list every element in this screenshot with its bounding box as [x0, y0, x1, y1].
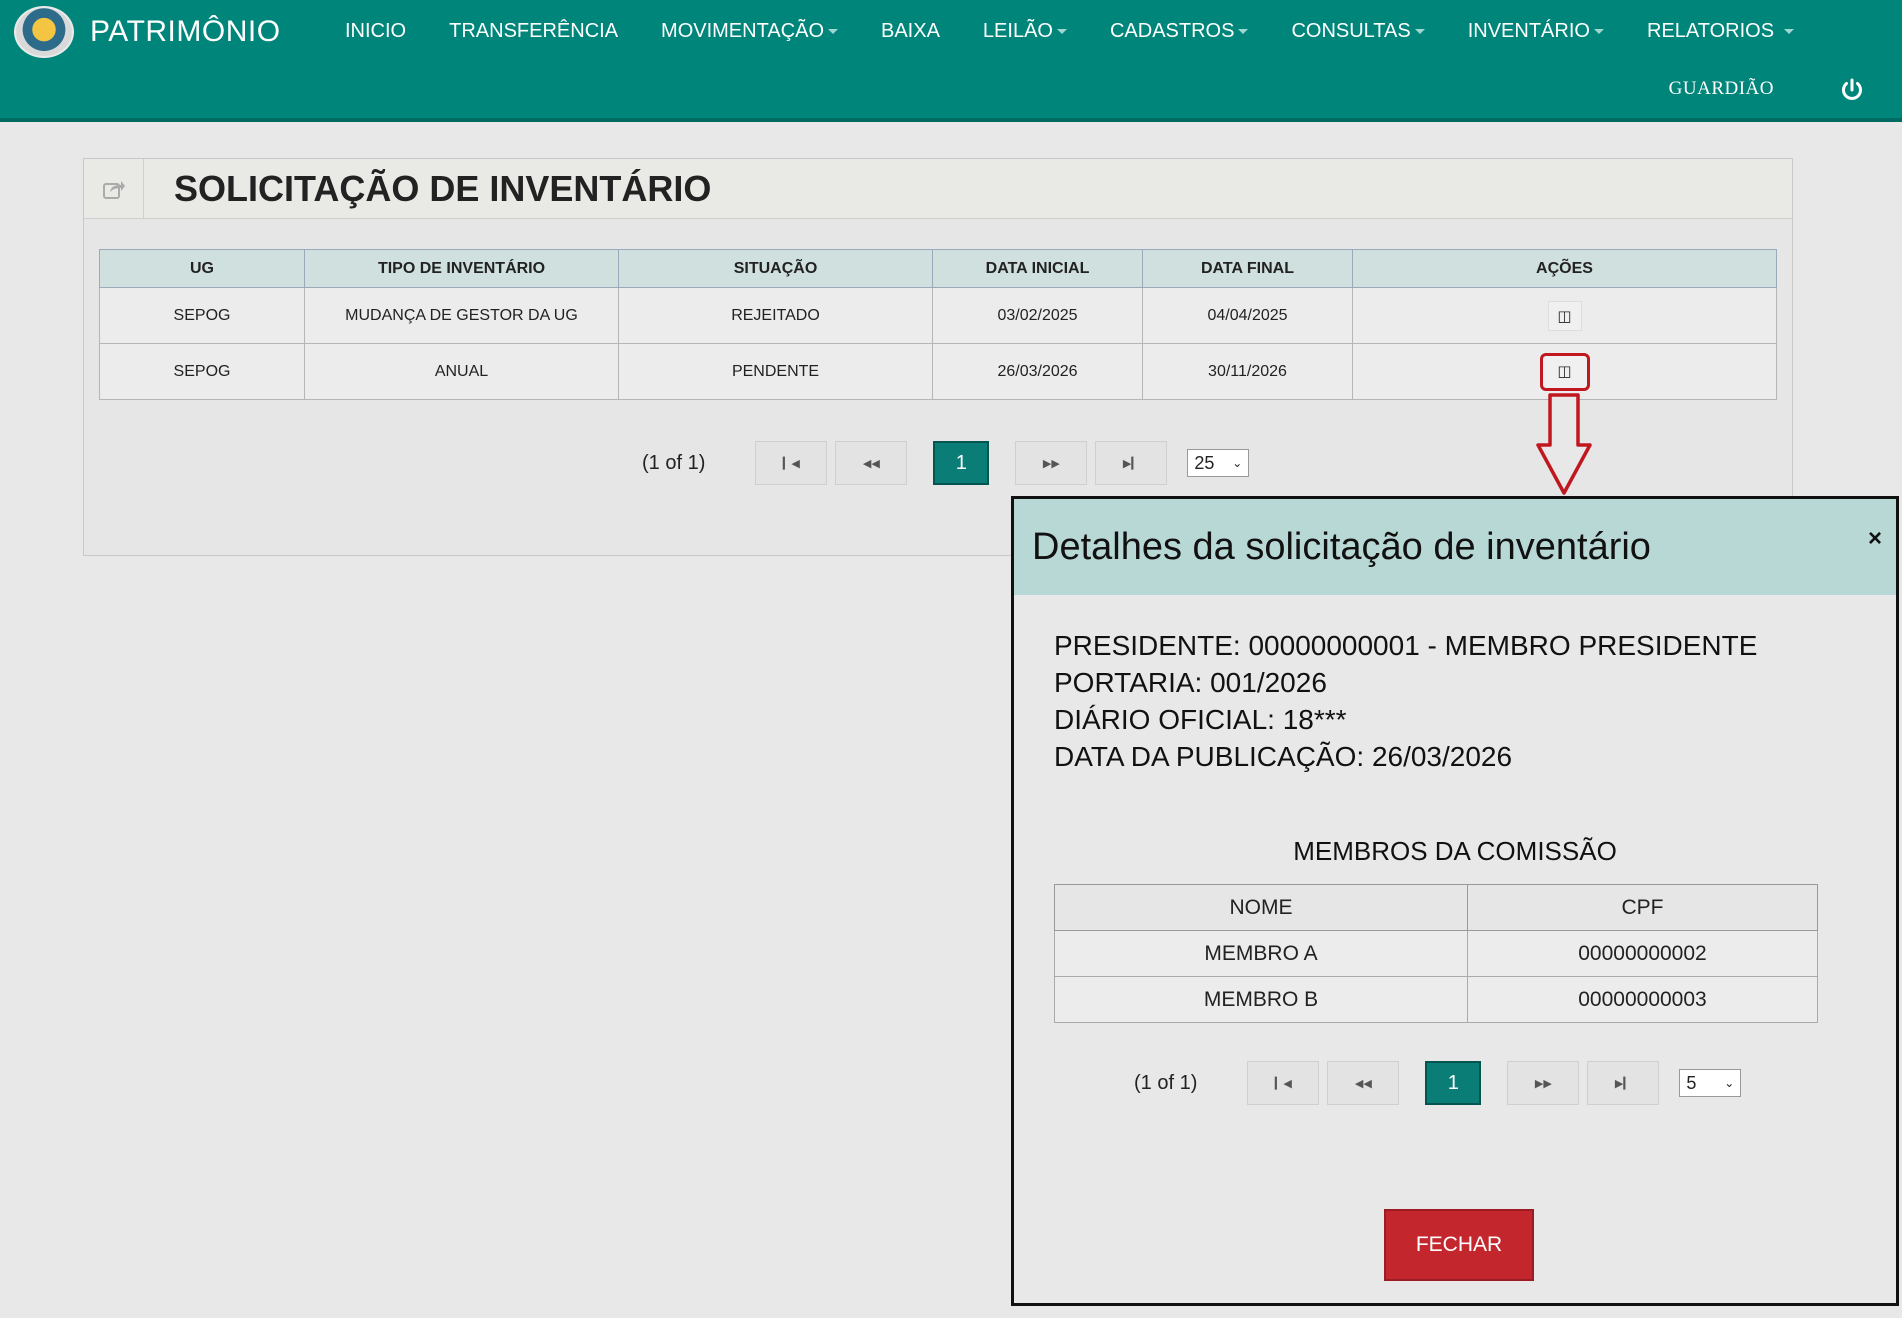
info-portaria: PORTARIA: 001/2026: [1054, 667, 1327, 698]
top-navbar: PATRIMÔNIO INICIO TRANSFERÊNCIA MOVIMENT…: [0, 0, 1902, 122]
details-icon[interactable]: ◫: [1547, 300, 1582, 331]
next-page-button[interactable]: ▶▶: [1507, 1061, 1580, 1105]
col-nome: NOME: [1054, 884, 1468, 931]
info-presidente: PRESIDENTE: 00000000001 - MEMBRO PRESIDE…: [1054, 630, 1758, 661]
user-name[interactable]: GUARDIÃO: [1669, 78, 1774, 100]
app-name: PATRIMÔNIO: [90, 15, 281, 48]
prev-page-button[interactable]: ◀◀: [835, 441, 908, 485]
last-page-button[interactable]: ▶▎: [1095, 441, 1168, 485]
first-page-button[interactable]: ▎◀: [755, 441, 828, 485]
commission-members-table: NOME CPF MEMBRO A 00000000002 MEMBRO B 0…: [1054, 884, 1818, 1023]
details-icon[interactable]: ◫: [1539, 352, 1590, 391]
cell-data-final: 04/04/2025: [1142, 287, 1353, 344]
menu-baixa[interactable]: BAIXA: [881, 20, 940, 43]
caret-down-icon: [1414, 29, 1425, 34]
request-info: PRESIDENTE: 00000000001 - MEMBRO PRESIDE…: [1054, 627, 1757, 775]
cell-nome: MEMBRO A: [1054, 930, 1468, 977]
col-data-final[interactable]: DATA FINAL: [1142, 249, 1353, 288]
menu-inventario[interactable]: INVENTÁRIO: [1468, 20, 1604, 43]
cell-situacao: PENDENTE: [618, 343, 933, 400]
close-button[interactable]: FECHAR: [1384, 1209, 1534, 1281]
cell-cpf: 00000000002: [1467, 930, 1818, 977]
coat-of-arms-logo: [14, 6, 74, 58]
cell-data-final: 30/11/2026: [1142, 343, 1353, 400]
next-page-button[interactable]: ▶▶: [1015, 441, 1088, 485]
cell-acoes: ◫: [1352, 343, 1777, 400]
main-menu: INICIO TRANSFERÊNCIA MOVIMENTAÇÃO BAIXA …: [345, 20, 1837, 43]
chevron-down-icon: ⌄: [1232, 456, 1243, 470]
page-number-button[interactable]: 1: [1425, 1061, 1482, 1105]
info-diario-oficial: DIÁRIO OFICIAL: 18***: [1054, 704, 1347, 735]
prev-page-button[interactable]: ◀◀: [1327, 1061, 1400, 1105]
last-page-button[interactable]: ▶▎: [1587, 1061, 1660, 1105]
inventory-request-table: UG TIPO DE INVENTÁRIO SITUAÇÃO DATA INIC…: [99, 249, 1777, 400]
menu-leilao[interactable]: LEILÃO: [983, 20, 1067, 43]
caret-down-icon: [1784, 29, 1795, 34]
table-row[interactable]: SEPOG MUDANÇA DE GESTOR DA UG REJEITADO …: [99, 287, 1777, 344]
col-ug[interactable]: UG: [99, 249, 305, 288]
col-cpf: CPF: [1467, 884, 1818, 931]
info-data-publicacao: DATA DA PUBLICAÇÃO: 26/03/2026: [1054, 741, 1513, 772]
rows-per-page-select[interactable]: 25 ⌄: [1187, 449, 1250, 477]
col-situacao[interactable]: SITUAÇÃO: [618, 249, 933, 288]
power-icon[interactable]: [1840, 78, 1864, 102]
col-acoes: AÇÕES: [1352, 249, 1777, 288]
caret-down-icon: [828, 29, 838, 34]
menu-consultas[interactable]: CONSULTAS: [1291, 20, 1425, 43]
cell-ug: SEPOG: [99, 343, 305, 400]
table-row[interactable]: SEPOG ANUAL PENDENTE 26/03/2026 30/11/20…: [99, 343, 1777, 400]
menu-movimentacao[interactable]: MOVIMENTAÇÃO: [661, 20, 838, 43]
col-data-inicial[interactable]: DATA INICIAL: [932, 249, 1143, 288]
table-row: MEMBRO B 00000000003: [1054, 976, 1818, 1023]
caret-down-icon: [1593, 29, 1604, 34]
caret-down-icon: [1056, 29, 1067, 34]
cell-data-inicial: 03/02/2025: [932, 287, 1143, 344]
members-header-row: NOME CPF: [1054, 884, 1818, 931]
cell-situacao: REJEITADO: [618, 287, 933, 344]
share-icon[interactable]: [84, 158, 144, 219]
dialog-header: Detalhes da solicitação de inventário ×: [1014, 499, 1896, 595]
table-header-row: UG TIPO DE INVENTÁRIO SITUAÇÃO DATA INIC…: [99, 249, 1777, 288]
cell-ug: SEPOG: [99, 287, 305, 344]
close-icon[interactable]: ×: [1868, 525, 1882, 553]
chevron-down-icon: ⌄: [1724, 1076, 1735, 1090]
menu-cadastros[interactable]: CADASTROS: [1110, 20, 1249, 43]
brand[interactable]: PATRIMÔNIO: [14, 6, 281, 58]
callout-arrow-icon: [1536, 393, 1592, 495]
page-report: (1 of 1): [1134, 1071, 1198, 1094]
caret-down-icon: [1238, 29, 1249, 34]
members-section-title: MEMBROS DA COMISSÃO: [1293, 836, 1617, 866]
page-report: (1 of 1): [642, 451, 706, 474]
dialog-title: Detalhes da solicitação de inventário: [1032, 525, 1651, 568]
menu-transferencia[interactable]: TRANSFERÊNCIA: [449, 20, 618, 43]
first-page-button[interactable]: ▎◀: [1247, 1061, 1320, 1105]
cell-tipo: ANUAL: [304, 343, 619, 400]
table-row: MEMBRO A 00000000002: [1054, 930, 1818, 977]
menu-inicio[interactable]: INICIO: [345, 20, 406, 43]
col-tipo[interactable]: TIPO DE INVENTÁRIO: [304, 249, 619, 288]
main-paginator: (1 of 1) ▎◀ ◀◀ 1 ▶▶ ▶▎ 25 ⌄: [642, 441, 1250, 485]
rows-per-page-select[interactable]: 5 ⌄: [1679, 1069, 1742, 1097]
cell-nome: MEMBRO B: [1054, 976, 1468, 1023]
cell-acoes: ◫: [1352, 287, 1777, 344]
panel-header: SOLICITAÇÃO DE INVENTÁRIO: [84, 158, 1792, 219]
cell-cpf: 00000000003: [1467, 976, 1818, 1023]
inventory-details-dialog: Detalhes da solicitação de inventário × …: [1011, 496, 1899, 1306]
page-number-button[interactable]: 1: [933, 441, 990, 485]
page-title: SOLICITAÇÃO DE INVENTÁRIO: [174, 167, 712, 209]
menu-relatorios[interactable]: RELATORIOS: [1647, 20, 1795, 43]
members-paginator: (1 of 1) ▎◀ ◀◀ 1 ▶▶ ▶▎ 5 ⌄: [1134, 1061, 1742, 1105]
cell-data-inicial: 26/03/2026: [932, 343, 1143, 400]
cell-tipo: MUDANÇA DE GESTOR DA UG: [304, 287, 619, 344]
